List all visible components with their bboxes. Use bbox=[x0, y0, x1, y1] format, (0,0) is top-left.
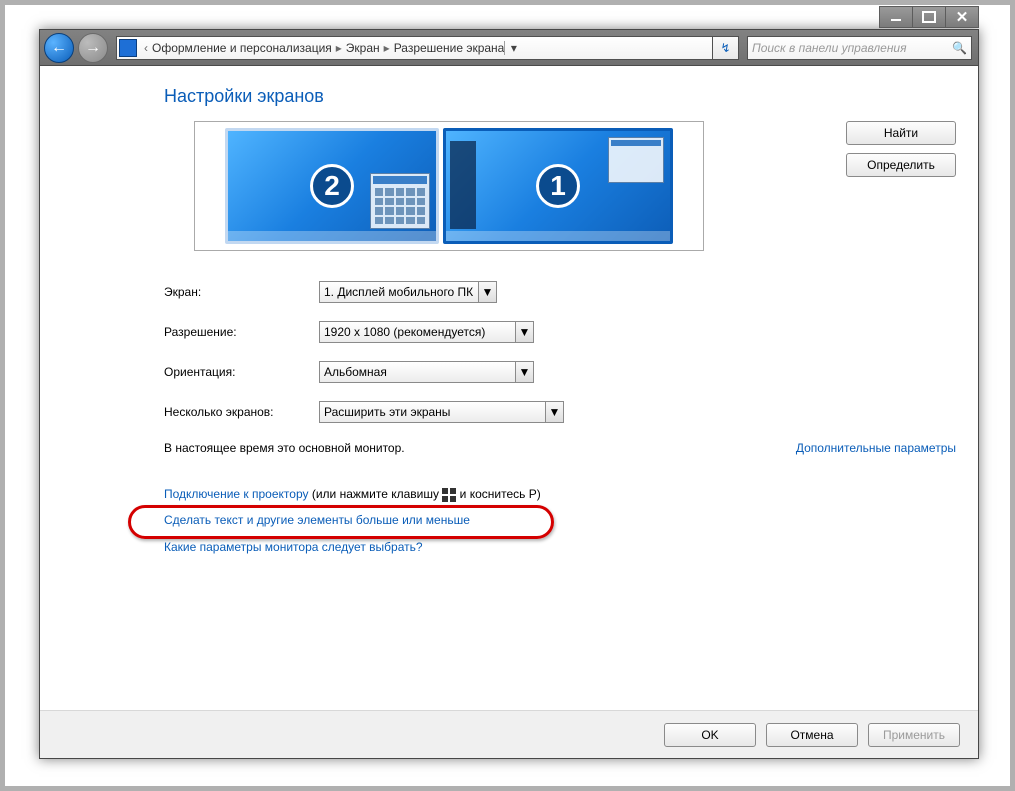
advanced-settings-link[interactable]: Дополнительные параметры bbox=[796, 441, 956, 455]
ok-button[interactable]: OK bbox=[664, 723, 756, 747]
monitor-number: 2 bbox=[310, 164, 354, 208]
dialog-button-bar: OK Отмена Применить bbox=[40, 710, 978, 758]
minimize-button[interactable] bbox=[879, 6, 913, 28]
content-area: Настройки экранов bbox=[40, 66, 978, 710]
projector-line: Подключение к проектору (или нажмите кла… bbox=[164, 481, 960, 507]
primary-monitor-note: В настоящее время это основной монитор. bbox=[164, 441, 405, 455]
arrow-right-icon: → bbox=[85, 40, 101, 56]
chevron-down-icon: ▼ bbox=[515, 362, 533, 382]
breadcrumb-item[interactable]: Оформление и персонализация bbox=[152, 41, 332, 55]
highlight-annotation bbox=[128, 505, 554, 539]
resolution-select[interactable]: 1920 x 1080 (рекомендуется) ▼ bbox=[319, 321, 534, 343]
control-panel-icon bbox=[119, 39, 137, 57]
arrow-left-icon: ← bbox=[51, 40, 67, 56]
refresh-button[interactable]: ↯ bbox=[713, 36, 739, 60]
chevron-right-icon: ▸ bbox=[384, 41, 390, 55]
chevron-right-icon: ‹ bbox=[144, 41, 148, 55]
display-label: Экран: bbox=[164, 285, 319, 299]
multi-display-value: Расширить эти экраны bbox=[324, 405, 450, 419]
back-button[interactable]: ← bbox=[44, 33, 74, 63]
page-title: Настройки экранов bbox=[164, 86, 960, 107]
display-preview[interactable]: 2 1 bbox=[194, 121, 704, 251]
refresh-icon: ↯ bbox=[720, 41, 730, 55]
apply-button[interactable]: Применить bbox=[868, 723, 960, 747]
monitor-number: 1 bbox=[536, 164, 580, 208]
multi-display-label: Несколько экранов: bbox=[164, 405, 319, 419]
display-select[interactable]: 1. Дисплей мобильного ПК ▼ bbox=[319, 281, 497, 303]
multi-display-select[interactable]: Расширить эти экраны ▼ bbox=[319, 401, 564, 423]
display-value: 1. Дисплей мобильного ПК bbox=[324, 285, 473, 299]
resolution-value: 1920 x 1080 (рекомендуется) bbox=[324, 325, 485, 339]
address-bar[interactable]: ‹ Оформление и персонализация ▸ Экран ▸ … bbox=[116, 36, 713, 60]
orientation-select[interactable]: Альбомная ▼ bbox=[319, 361, 534, 383]
screen-resolution-window: ✕ ← → ‹ Оформление и персонализация ▸ Эк… bbox=[39, 29, 979, 759]
cancel-button[interactable]: Отмена bbox=[766, 723, 858, 747]
monitor-thumb-2[interactable]: 2 bbox=[225, 128, 439, 244]
orientation-label: Ориентация: bbox=[164, 365, 319, 379]
connect-projector-link[interactable]: Подключение к проектору bbox=[164, 487, 309, 501]
address-dropdown[interactable]: ▾ bbox=[504, 41, 522, 55]
monitor-thumb-1[interactable]: 1 bbox=[443, 128, 673, 244]
breadcrumb-item[interactable]: Экран bbox=[346, 41, 380, 55]
window-caption-buttons: ✕ bbox=[880, 6, 979, 29]
detect-button[interactable]: Найти bbox=[846, 121, 956, 145]
close-button[interactable]: ✕ bbox=[945, 6, 979, 28]
explorer-toolbar: ← → ‹ Оформление и персонализация ▸ Экра… bbox=[40, 30, 978, 66]
search-icon: 🔍 bbox=[952, 41, 967, 55]
chevron-down-icon: ▼ bbox=[515, 322, 533, 342]
resolution-label: Разрешение: bbox=[164, 325, 319, 339]
maximize-button[interactable] bbox=[912, 6, 946, 28]
orientation-value: Альбомная bbox=[324, 365, 387, 379]
identify-button[interactable]: Определить bbox=[846, 153, 956, 177]
windows-key-icon bbox=[442, 488, 456, 502]
breadcrumb-item[interactable]: Разрешение экрана bbox=[394, 41, 505, 55]
chevron-right-icon: ▸ bbox=[336, 41, 342, 55]
chevron-down-icon: ▼ bbox=[545, 402, 563, 422]
forward-button[interactable]: → bbox=[78, 33, 108, 63]
which-settings-link[interactable]: Какие параметры монитора следует выбрать… bbox=[164, 540, 423, 554]
search-placeholder: Поиск в панели управления bbox=[752, 41, 907, 55]
search-input[interactable]: Поиск в панели управления 🔍 bbox=[747, 36, 972, 60]
chevron-down-icon: ▼ bbox=[478, 282, 496, 302]
